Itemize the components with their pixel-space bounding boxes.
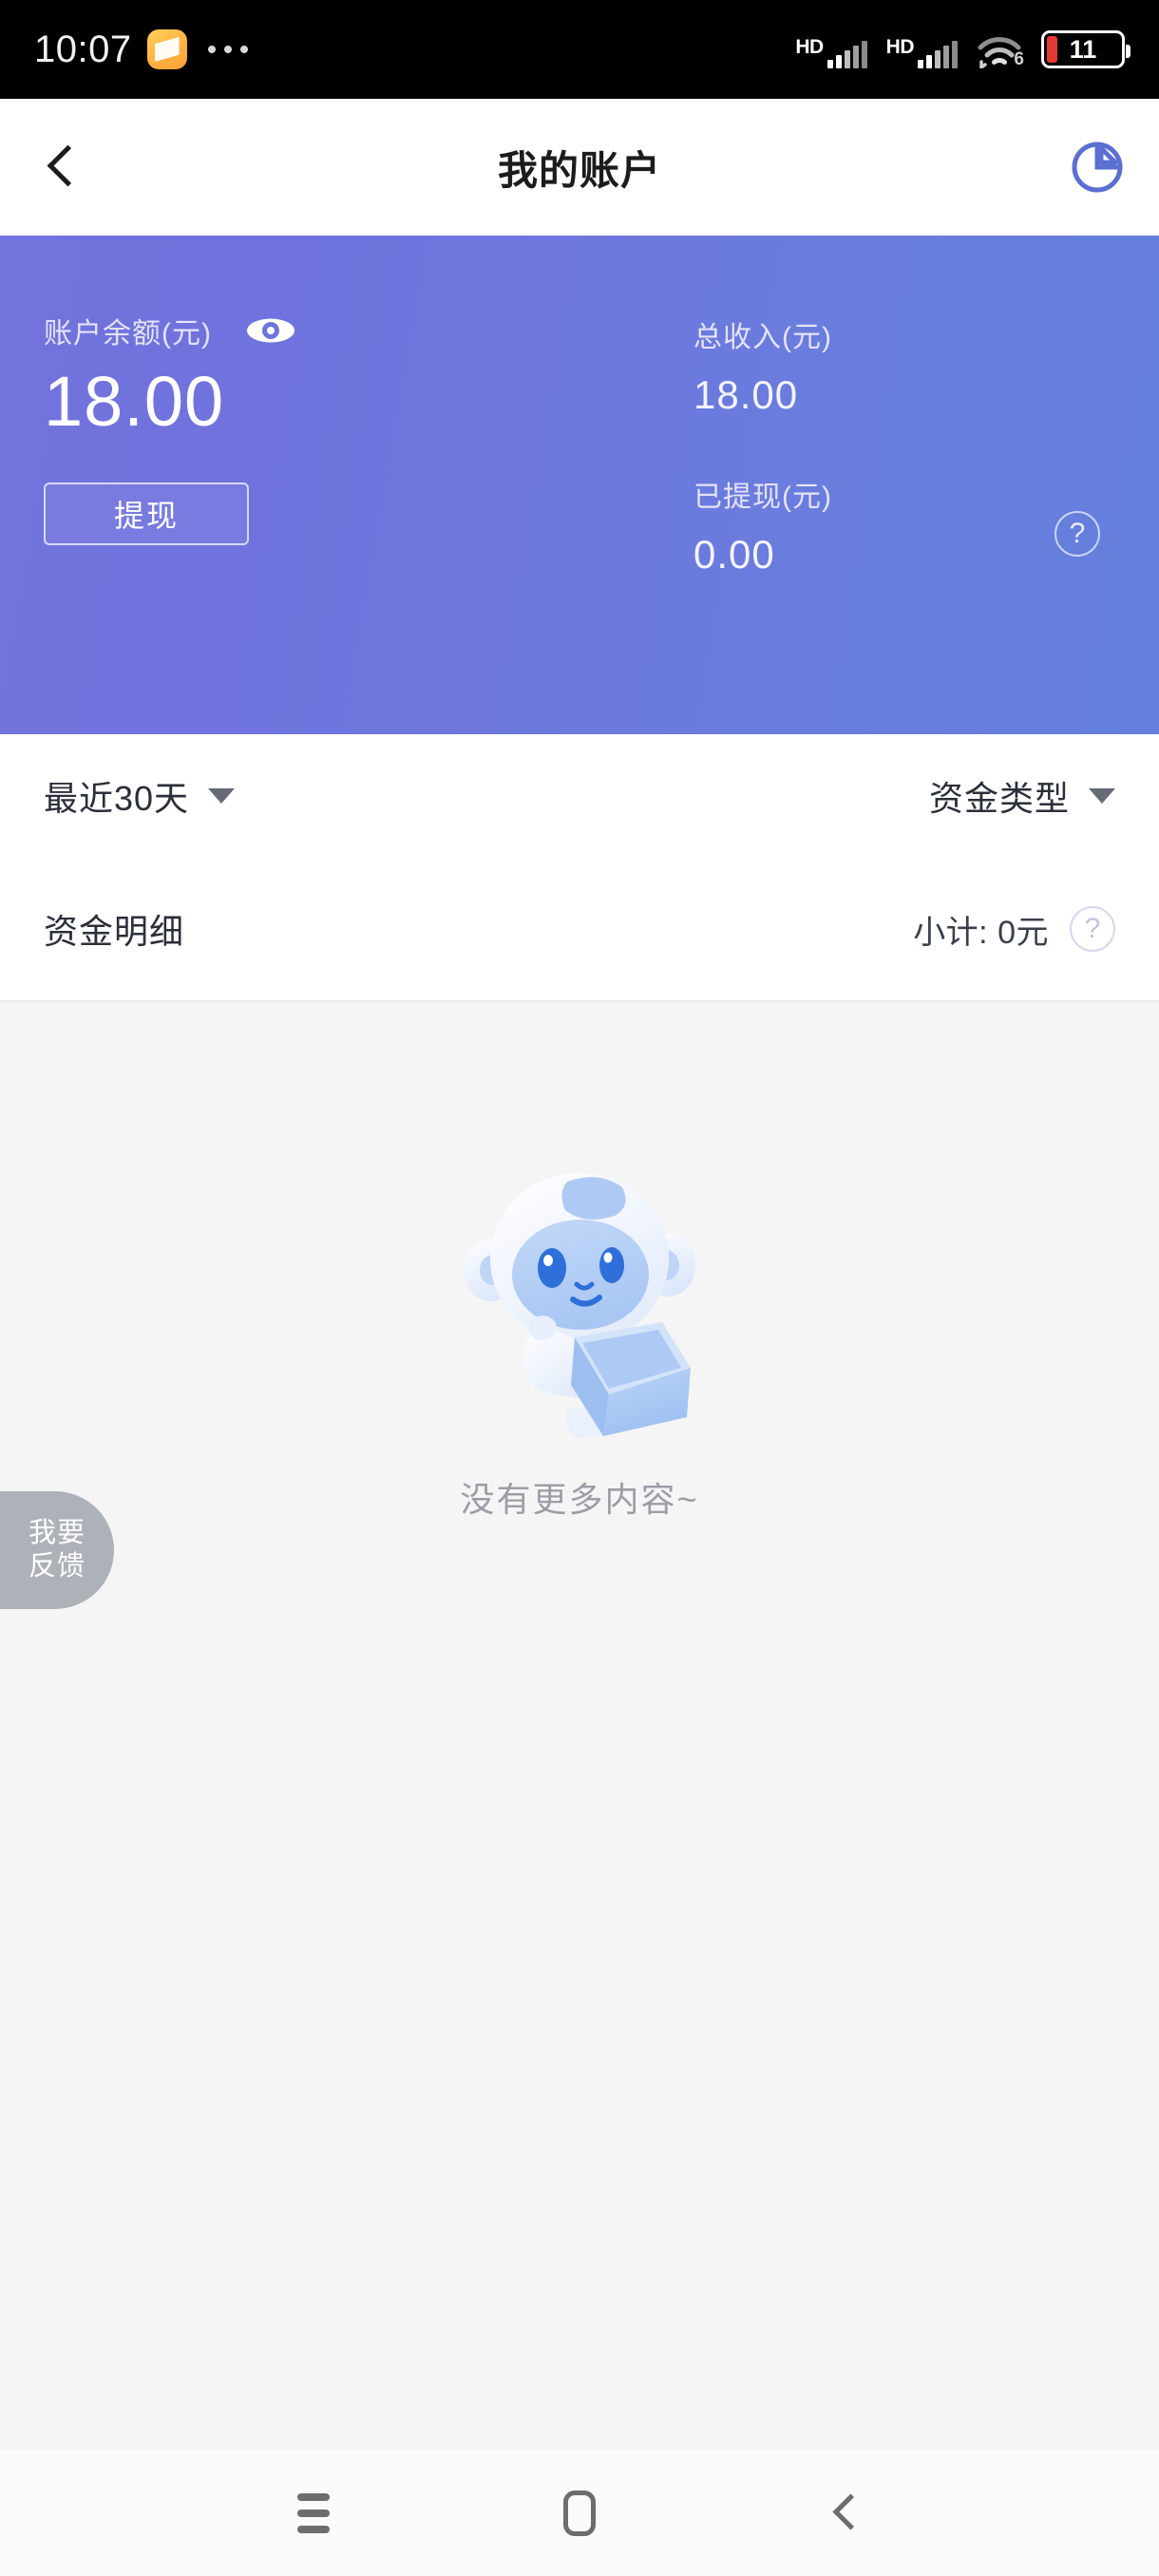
system-nav-bar bbox=[0, 2451, 1159, 2576]
pie-chart-icon[interactable] bbox=[1070, 140, 1125, 195]
feedback-tab[interactable]: 我要 反馈 bbox=[0, 1491, 114, 1609]
wifi-generation-label: 6 bbox=[1014, 49, 1024, 69]
status-bar-left: 10:07 bbox=[34, 28, 248, 71]
more-dots-icon bbox=[207, 46, 248, 53]
fund-type-label: 资金类型 bbox=[928, 779, 1070, 818]
chevron-down-icon bbox=[208, 788, 236, 804]
withdrawn-label: 已提现(元) bbox=[694, 482, 832, 513]
hd-label-sim1: HD bbox=[795, 36, 824, 58]
phone-screen: 10:07 HD HD 6 11 我的账户 账户余额(元) 18.00 提现 总… bbox=[0, 0, 1159, 2576]
signal-bars-sim2 bbox=[918, 40, 958, 68]
date-range-filter[interactable]: 最近30天 bbox=[44, 771, 236, 821]
status-bar: 10:07 HD HD 6 11 bbox=[0, 0, 1159, 99]
status-bar-right: HD HD 6 11 bbox=[795, 30, 1130, 69]
empty-state-text: 没有更多内容~ bbox=[460, 1480, 699, 1519]
subtotal-label: 小计: 0元 bbox=[913, 914, 1049, 951]
withdrawn-block: 已提现(元) 0.00 bbox=[694, 473, 978, 578]
battery-percent-label: 11 bbox=[1069, 34, 1097, 64]
date-range-label: 最近30天 bbox=[44, 779, 190, 818]
fund-list-area: 没有更多内容~ bbox=[0, 1002, 1159, 2451]
filter-bar: 最近30天 资金类型 bbox=[0, 734, 1159, 858]
withdrawn-value: 0.00 bbox=[694, 532, 775, 577]
card-help-icon[interactable]: ? bbox=[1054, 511, 1100, 557]
balance-card: 账户余额(元) 18.00 提现 总收入(元) 18.00 已提现(元) 0.0… bbox=[0, 236, 1159, 734]
app-header: 我的账户 bbox=[0, 99, 1159, 236]
balance-section: 账户余额(元) 18.00 提现 bbox=[44, 236, 576, 545]
feedback-line2: 反馈 bbox=[28, 1551, 86, 1582]
chevron-down-icon bbox=[1089, 788, 1115, 804]
recents-icon[interactable] bbox=[273, 2472, 354, 2554]
hd-label-sim2: HD bbox=[885, 36, 915, 58]
subtotal-group: 小计: 0元 ? bbox=[913, 906, 1115, 953]
total-income-block: 总收入(元) 18.00 bbox=[694, 313, 978, 418]
signal-bars-sim1 bbox=[826, 40, 867, 68]
monkey-with-empty-box-illustration bbox=[423, 1140, 736, 1453]
fund-detail-header: 资金明细 小计: 0元 ? bbox=[0, 858, 1159, 1002]
page-title: 我的账户 bbox=[497, 147, 661, 193]
note-app-icon bbox=[146, 29, 187, 69]
signal-icon-sim1: HD bbox=[795, 36, 867, 68]
status-time: 10:07 bbox=[34, 28, 132, 70]
subtotal-help-icon[interactable]: ? bbox=[1070, 906, 1115, 952]
feedback-line1: 我要 bbox=[28, 1517, 86, 1548]
home-icon[interactable] bbox=[539, 2472, 620, 2554]
signal-icon-sim2: HD bbox=[886, 37, 958, 68]
battery-icon: 11 bbox=[1041, 30, 1130, 68]
balance-label-row: 账户余额(元) bbox=[44, 310, 576, 351]
total-income-label: 总收入(元) bbox=[694, 322, 832, 353]
empty-state: 没有更多内容~ bbox=[0, 1140, 1159, 1522]
total-income-value: 18.00 bbox=[694, 372, 799, 417]
wifi-icon: 6 bbox=[977, 36, 1024, 69]
balance-label: 账户余额(元) bbox=[44, 318, 212, 350]
withdraw-button[interactable]: 提现 bbox=[44, 483, 249, 545]
fund-type-filter[interactable]: 资金类型 bbox=[929, 771, 1115, 821]
fund-detail-title: 资金明细 bbox=[44, 912, 185, 951]
eye-visible-icon[interactable] bbox=[246, 314, 295, 347]
back-icon[interactable] bbox=[805, 2472, 886, 2554]
balance-amount: 18.00 bbox=[44, 362, 225, 441]
stats-section: 总收入(元) 18.00 已提现(元) 0.00 bbox=[694, 236, 978, 578]
